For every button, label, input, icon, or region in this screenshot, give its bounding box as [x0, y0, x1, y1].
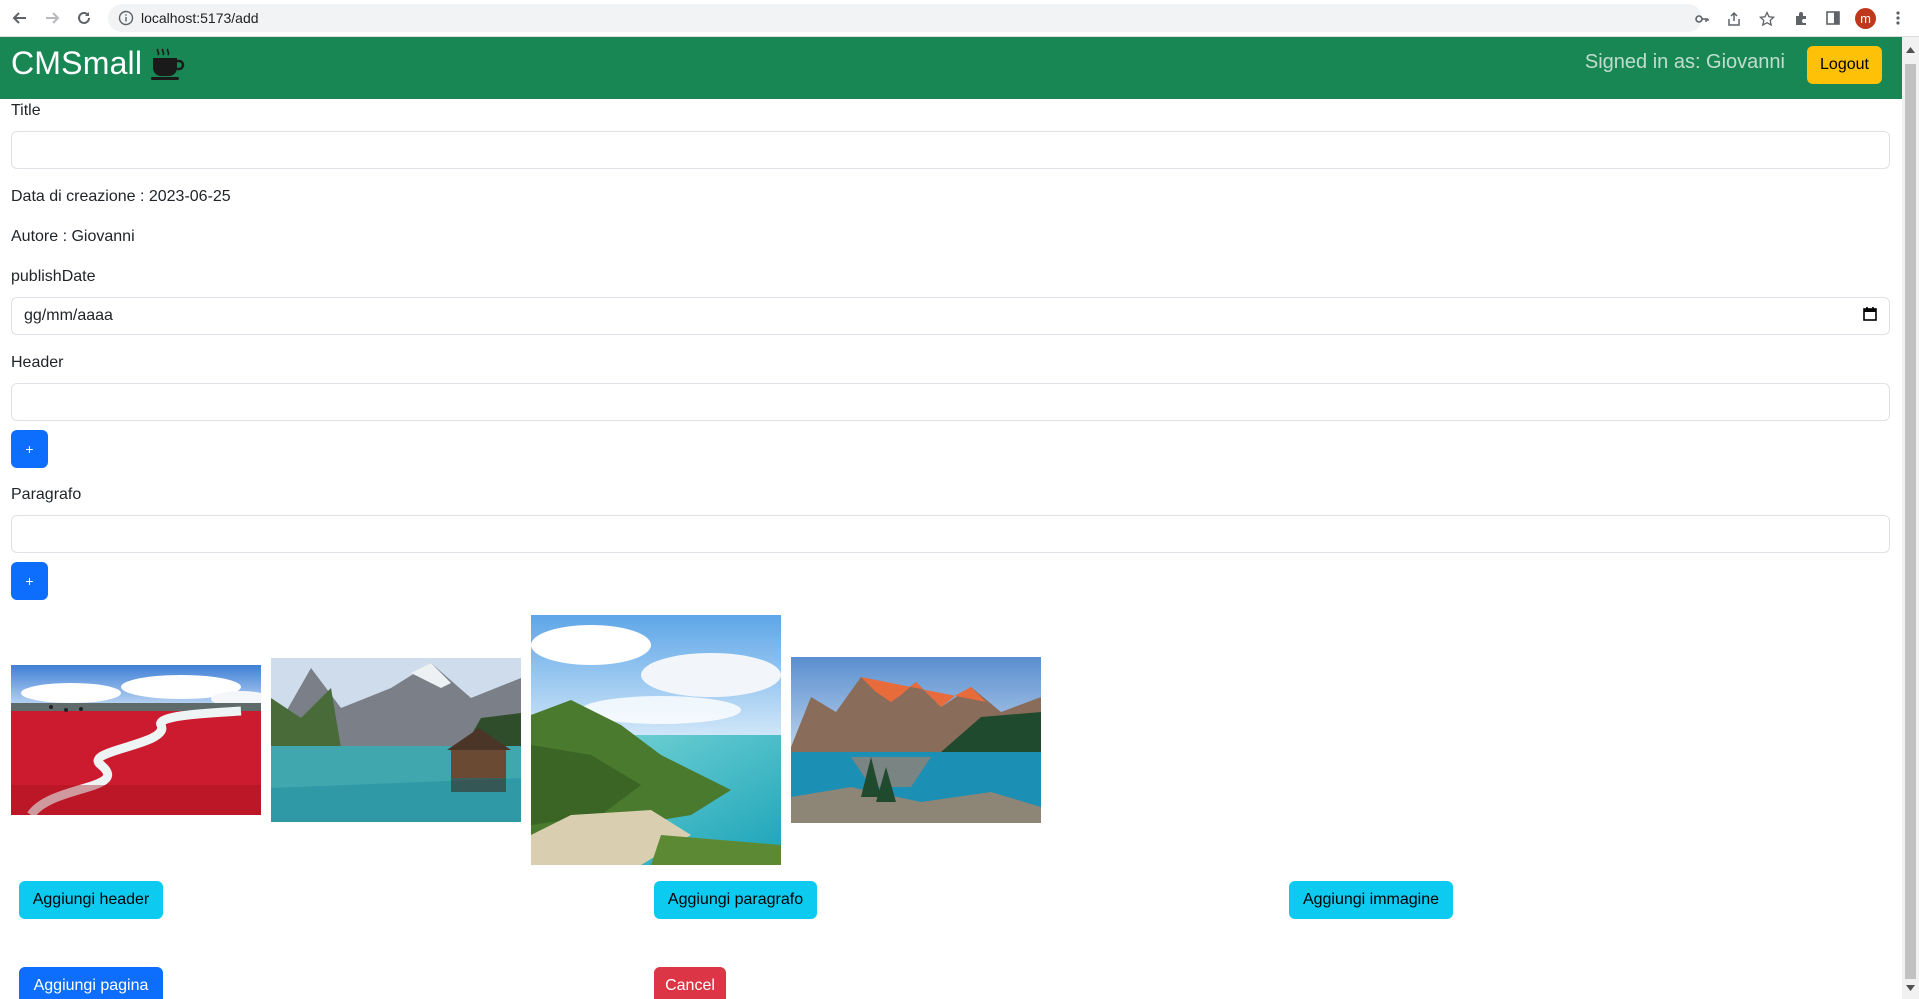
navbar: CMSmall Signed in as: Giovanni Logout [0, 37, 1902, 99]
red-beach-image[interactable] [11, 665, 261, 815]
alpine-lake-image[interactable] [271, 658, 521, 822]
key-icon[interactable] [1693, 10, 1711, 28]
add-paragraph-button[interactable]: Aggiungi paragrafo [654, 881, 817, 919]
publish-date-label: publishDate [11, 268, 96, 285]
cancel-button[interactable]: Cancel [654, 967, 726, 999]
logout-button[interactable]: Logout [1807, 46, 1882, 84]
share-icon[interactable] [1725, 10, 1743, 28]
browser-toolbar: localhost:5173/add m [0, 0, 1919, 37]
title-label: Title [11, 102, 41, 119]
bookmark-star-icon[interactable] [1758, 10, 1776, 28]
side-panel-icon[interactable] [1821, 6, 1845, 30]
header-input[interactable] [11, 383, 1890, 421]
address-bar[interactable]: localhost:5173/add [108, 4, 1775, 32]
signed-in-text: Signed in as: Giovanni [1584, 51, 1785, 73]
info-icon[interactable] [118, 10, 134, 31]
add-image-button[interactable]: Aggiungi immagine [1289, 881, 1453, 919]
title-input[interactable] [11, 131, 1890, 169]
creation-date-text: Data di creazione : 2023-06-25 [11, 188, 231, 205]
url-text: localhost:5173/add [141, 10, 259, 26]
profile-avatar[interactable]: m [1855, 8, 1876, 29]
publish-date-placeholder: gg/mm/aaaa [24, 307, 113, 324]
header-label: Header [11, 354, 64, 371]
calendar-icon[interactable] [1863, 306, 1877, 326]
forward-icon[interactable] [40, 6, 64, 30]
scroll-up-arrow-icon[interactable] [1906, 40, 1915, 58]
paragraph-input[interactable] [11, 515, 1890, 553]
paragraph-label: Paragrafo [11, 486, 82, 503]
add-page-button[interactable]: Aggiungi pagina [19, 967, 163, 999]
add-header-field-button[interactable]: + [11, 430, 48, 468]
coffee-cup-icon [150, 47, 186, 86]
add-header-button[interactable]: Aggiungi header [19, 881, 163, 919]
page-scrollbar[interactable] [1902, 37, 1919, 999]
moraine-lake-image[interactable] [791, 657, 1041, 823]
scroll-thumb[interactable] [1905, 64, 1916, 979]
back-icon[interactable] [8, 6, 32, 30]
brand-title[interactable]: CMSmall [11, 45, 142, 82]
extensions-icon[interactable] [1789, 6, 1813, 30]
author-text: Autore : Giovanni [11, 228, 135, 245]
scroll-down-arrow-icon[interactable] [1906, 978, 1915, 996]
add-paragraph-field-button[interactable]: + [11, 562, 48, 600]
coastal-bay-image[interactable] [531, 615, 781, 865]
page-viewport: CMSmall Signed in as: Giovanni Logout Ti… [0, 37, 1902, 999]
reload-icon[interactable] [72, 6, 96, 30]
publish-date-input[interactable]: gg/mm/aaaa [11, 297, 1890, 335]
more-menu-icon[interactable] [1886, 6, 1910, 30]
